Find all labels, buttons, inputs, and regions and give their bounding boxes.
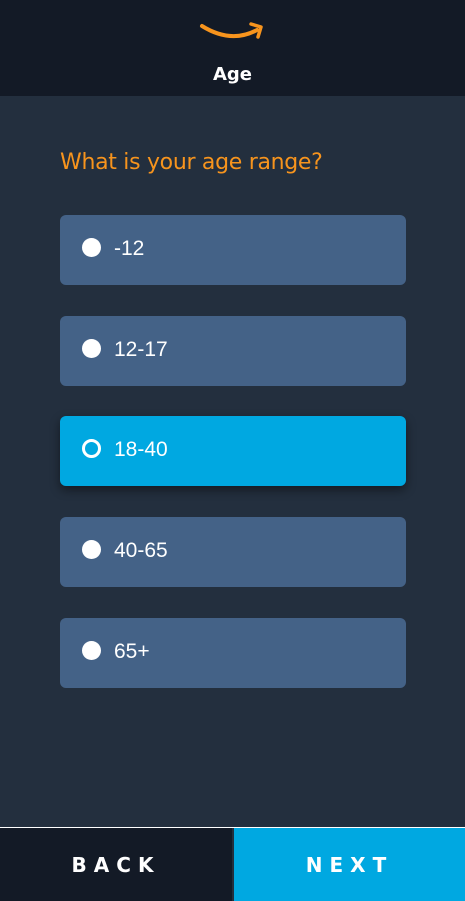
amazon-smile-icon	[200, 22, 263, 39]
radio-selected-icon	[82, 439, 101, 458]
age-option-under-12[interactable]: -12	[60, 215, 406, 285]
radio-icon	[82, 339, 101, 358]
age-option-12-17[interactable]: 12-17	[60, 316, 406, 386]
option-label: 18-40	[114, 438, 168, 461]
radio-icon	[82, 540, 101, 559]
radio-icon	[82, 238, 101, 257]
age-option-18-40[interactable]: 18-40	[60, 416, 406, 486]
option-label: 65+	[114, 640, 150, 663]
footer-bar: BACK NEXT	[0, 827, 465, 901]
option-label: 12-17	[114, 338, 168, 361]
header-bar: Age	[0, 0, 465, 96]
app-screen: Age What is your age range? -12 12-17 18…	[0, 0, 465, 901]
question-heading: What is your age range?	[60, 150, 323, 175]
radio-icon	[82, 641, 101, 660]
option-label: 40-65	[114, 539, 168, 562]
page-title: Age	[212, 64, 253, 85]
age-option-40-65[interactable]: 40-65	[60, 517, 406, 587]
back-button[interactable]: BACK	[0, 828, 232, 901]
age-option-65-plus[interactable]: 65+	[60, 618, 406, 688]
option-label: -12	[114, 237, 145, 260]
next-button[interactable]: NEXT	[234, 828, 465, 901]
